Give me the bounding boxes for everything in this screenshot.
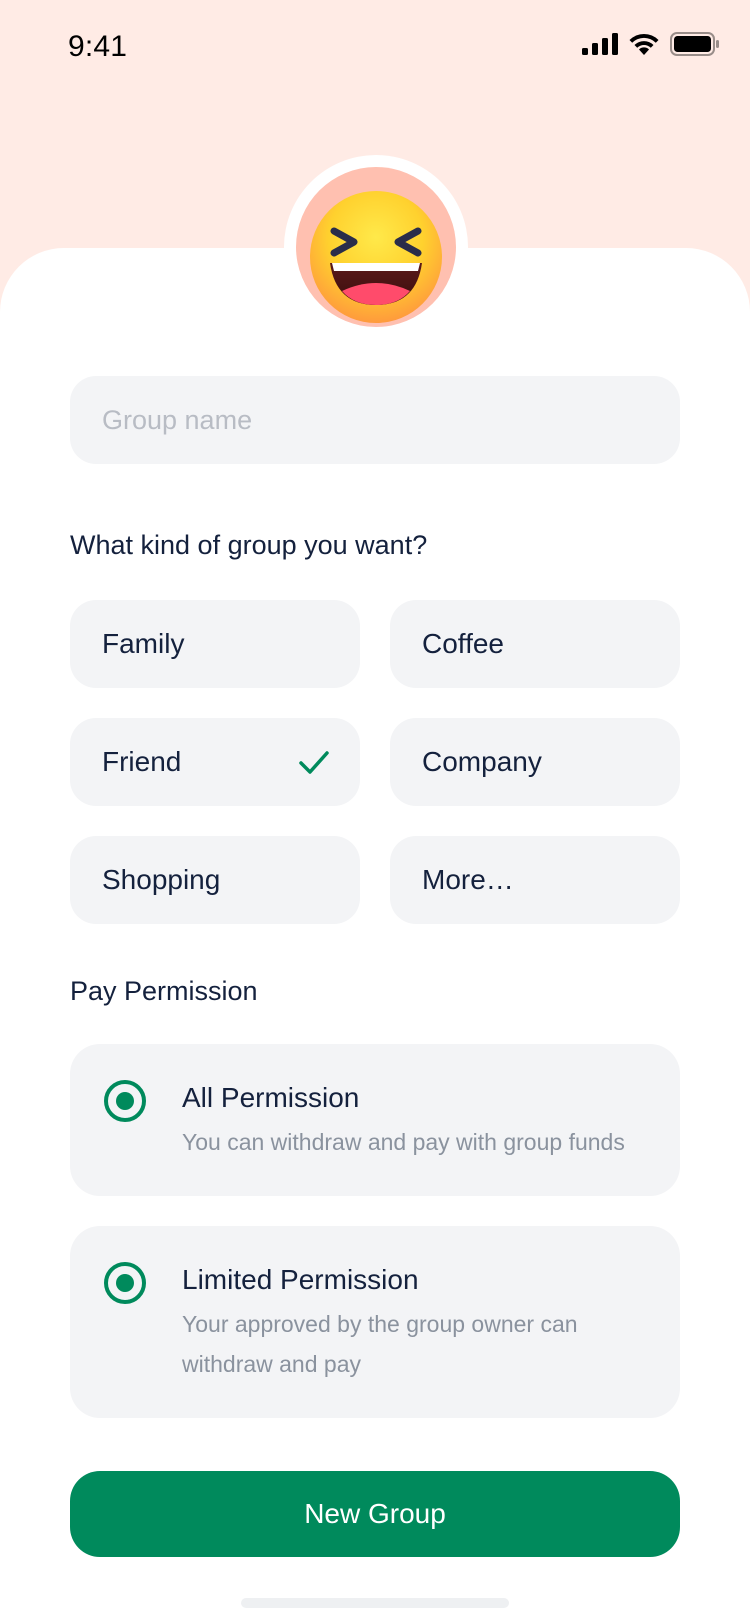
option-label: Company [422,746,542,777]
permission-description: Your approved by the group owner can wit… [182,1311,578,1377]
option-label: Shopping [102,864,221,895]
group-kind-heading: What kind of group you want? [70,530,428,560]
status-icons [582,32,720,56]
permission-option-all[interactable]: All Permission You can withdraw and pay … [70,1044,680,1196]
permission-title: All Permission [182,1082,360,1113]
option-label: Family [102,628,185,659]
option-label: Friend [102,746,182,777]
permission-description: You can withdraw and pay with group fund… [182,1129,625,1155]
group-avatar[interactable] [296,167,456,327]
status-bar: 9:41 [0,0,750,96]
radio-button[interactable] [104,1080,146,1122]
group-kind-option-more[interactable]: More… [390,836,680,924]
cellular-signal-icon [582,33,618,55]
radio-button[interactable] [104,1262,146,1304]
new-group-button[interactable]: New Group [70,1471,680,1557]
checkmark-icon [299,751,329,774]
pay-permission-heading: Pay Permission [70,976,258,1006]
group-kind-option-company[interactable]: Company [390,718,680,806]
group-kind-option-coffee[interactable]: Coffee [390,600,680,688]
battery-icon [670,32,719,56]
option-label: Coffee [422,628,504,659]
group-kind-option-family[interactable]: Family [70,600,360,688]
permission-title: Limited Permission [182,1264,419,1295]
option-label: More… [422,864,514,895]
status-time: 9:41 [68,30,128,63]
group-kind-option-friend[interactable]: Friend [70,718,360,806]
group-name-input[interactable] [70,376,680,464]
home-indicator [241,1598,509,1608]
laughing-emoji-icon [310,191,442,323]
group-kind-option-shopping[interactable]: Shopping [70,836,360,924]
wifi-icon [629,33,659,55]
permission-option-limited[interactable]: Limited Permission Your approved by the … [70,1226,680,1418]
